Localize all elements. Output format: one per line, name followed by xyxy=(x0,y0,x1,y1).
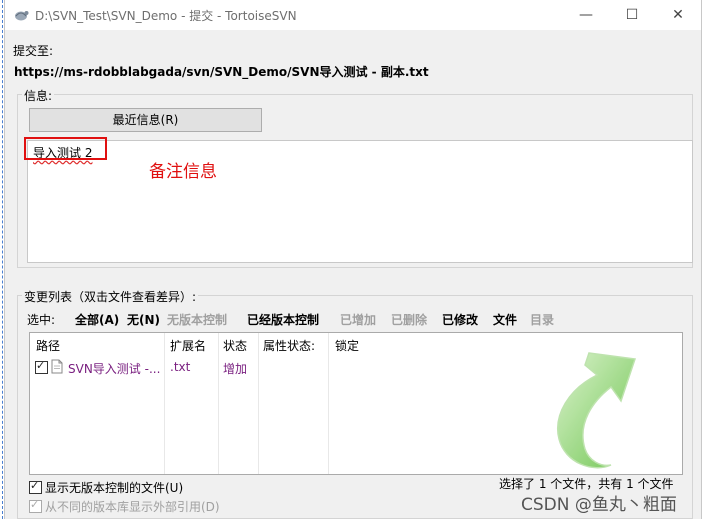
show-unversioned-label[interactable]: 显示无版本控制的文件(U) xyxy=(45,479,183,496)
annotation-note: 备注信息 xyxy=(149,162,217,182)
column-separator[interactable] xyxy=(328,333,329,474)
select-label: 选中: xyxy=(27,313,56,327)
filter-all[interactable]: 全部(A) xyxy=(75,311,119,328)
filter-unversioned[interactable]: 无版本控制 xyxy=(167,311,227,328)
changes-group-label: 变更列表（双击文件查看差异）: xyxy=(22,288,199,305)
filter-modified[interactable]: 已修改 xyxy=(442,311,478,328)
column-header-properties[interactable]: 属性状态: xyxy=(263,337,315,354)
filter-added[interactable]: 已增加 xyxy=(340,311,376,328)
row-path: SVN导入测试 -... xyxy=(68,362,161,376)
window-title: D:\SVN_Test\SVN_Demo - 提交 - TortoiseSVN xyxy=(35,9,297,23)
minimize-button[interactable]: — xyxy=(563,0,609,30)
column-separator[interactable] xyxy=(164,333,165,474)
commit-to-label: 提交至: xyxy=(13,44,54,58)
annotation-highlight-box xyxy=(24,137,107,160)
filter-none[interactable]: 无(N) xyxy=(127,311,160,328)
message-textarea[interactable]: 导入测试 2 xyxy=(27,140,693,263)
row-checkbox[interactable] xyxy=(35,359,48,374)
row-status: 增加 xyxy=(223,362,248,376)
column-header-path[interactable]: 路径 xyxy=(36,337,60,354)
message-group-label: 信息: xyxy=(22,87,55,104)
commit-dialog: D:\SVN_Test\SVN_Demo - 提交 - TortoiseSVN … xyxy=(4,0,702,519)
show-externals-checkbox[interactable] xyxy=(29,498,42,513)
show-unversioned-checkbox[interactable] xyxy=(29,479,42,494)
file-icon xyxy=(51,359,63,374)
watermark-text: CSDN @鱼丸丶粗面 xyxy=(521,495,677,515)
tortoise-arrow-icon xyxy=(557,352,636,469)
column-separator[interactable] xyxy=(258,333,259,474)
filter-directories[interactable]: 目录 xyxy=(530,311,554,328)
filter-files[interactable]: 文件 xyxy=(493,311,517,328)
column-header-lock[interactable]: 锁定 xyxy=(335,337,359,354)
column-header-status[interactable]: 状态 xyxy=(223,337,247,354)
close-button[interactable]: ✕ xyxy=(655,0,701,30)
filter-versioned[interactable]: 已经版本控制 xyxy=(247,311,319,328)
left-dashed-border xyxy=(2,0,3,519)
maximize-button[interactable]: ☐ xyxy=(609,0,655,30)
commit-url: https://ms-rdobblabgada/svn/SVN_Demo/SVN… xyxy=(14,65,429,79)
tortoise-icon xyxy=(15,11,29,21)
column-separator[interactable] xyxy=(218,333,219,474)
filter-deleted[interactable]: 已删除 xyxy=(391,311,427,328)
column-header-extension[interactable]: 扩展名 xyxy=(170,337,206,354)
show-externals-label[interactable]: 从不同的版本库显示外部引用(D) xyxy=(45,498,220,515)
title-bar: D:\SVN_Test\SVN_Demo - 提交 - TortoiseSVN … xyxy=(5,0,701,30)
recent-messages-button[interactable]: 最近信息(R) xyxy=(29,108,262,132)
row-extension: .txt xyxy=(170,360,191,374)
